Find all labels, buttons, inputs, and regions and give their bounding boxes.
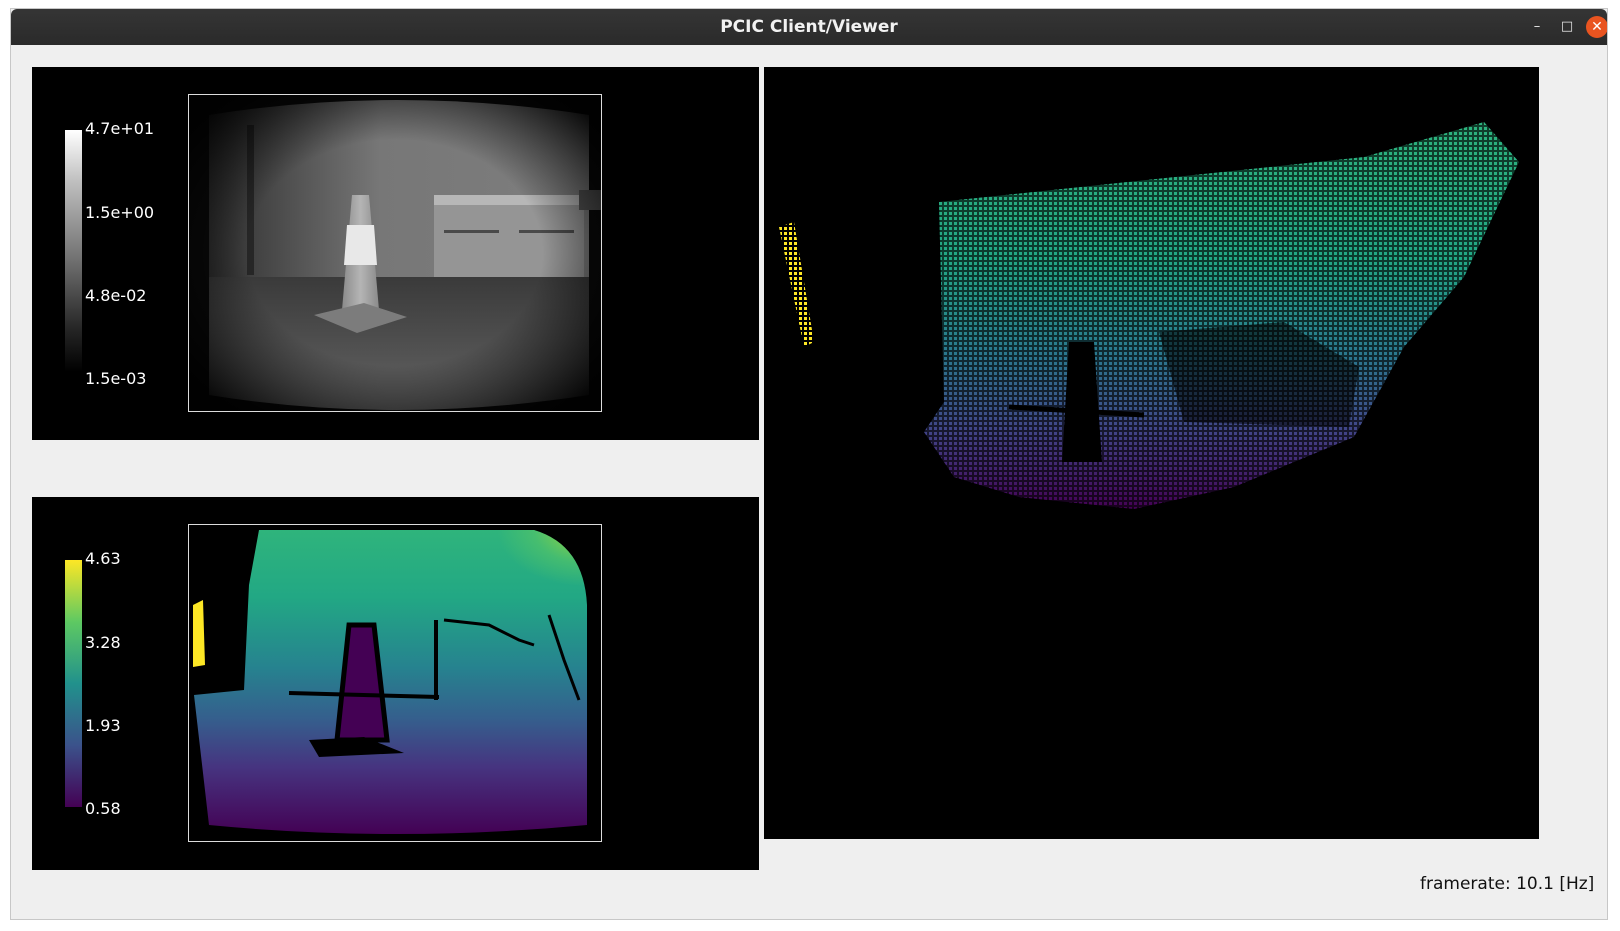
amplitude-colorbar-label-1: 4.7e+01 [85, 119, 155, 138]
distance-colorbar-label-2: 3.28 [85, 633, 121, 652]
window-title: PCIC Client/Viewer [720, 17, 898, 37]
distance-colorbar-label-3: 1.93 [85, 716, 121, 735]
amplitude-image[interactable] [188, 94, 602, 412]
maximize-button[interactable]: □ [1556, 16, 1578, 38]
distance-colorbar [65, 560, 82, 807]
title-bar[interactable]: PCIC Client/Viewer – □ ✕ [11, 9, 1607, 45]
distance-image-graphic [189, 525, 601, 841]
amplitude-colorbar [65, 130, 82, 372]
distance-colorbar-label-1: 4.63 [85, 549, 121, 568]
distance-colorbar-label-4: 0.58 [85, 799, 121, 818]
amplitude-panel: 4.7e+01 1.5e+00 4.8e-02 1.5e-03 [32, 67, 759, 440]
amplitude-image-graphic [189, 95, 601, 411]
point-cloud-panel[interactable] [764, 67, 1539, 839]
point-cloud-graphic [779, 122, 1519, 509]
amplitude-colorbar-label-4: 1.5e-03 [85, 369, 147, 388]
amplitude-colorbar-label-2: 1.5e+00 [85, 203, 155, 222]
minimize-button[interactable]: – [1526, 16, 1548, 38]
close-button[interactable]: ✕ [1586, 16, 1607, 38]
distance-image[interactable] [188, 524, 602, 842]
framerate-status: framerate: 10.1 [Hz] [1420, 874, 1595, 894]
amplitude-colorbar-label-3: 4.8e-02 [85, 286, 147, 305]
distance-panel: 4.63 3.28 1.93 0.58 [32, 497, 759, 870]
